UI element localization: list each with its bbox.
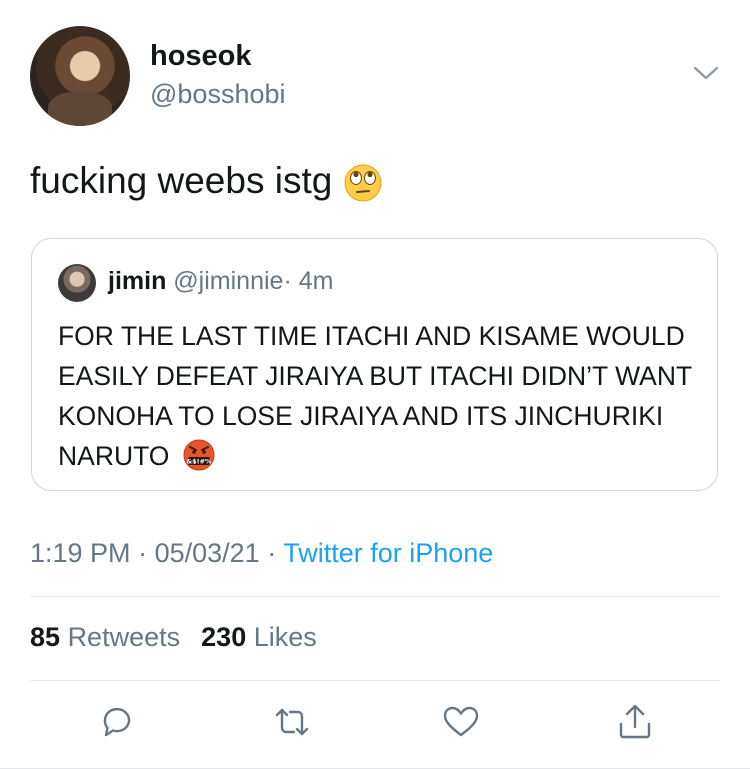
retweets-label[interactable]: Retweets <box>68 622 181 652</box>
meta-separator-2: · <box>267 538 277 568</box>
quoted-author-handle: @jiminnie <box>173 267 284 295</box>
chevron-down-icon[interactable] <box>692 62 720 84</box>
cursing-face-symbols: &$!#% <box>186 458 212 466</box>
quoted-author-avatar <box>58 264 96 302</box>
quoted-separator: · <box>283 267 292 295</box>
share-icon[interactable] <box>615 702 655 742</box>
tweet-actions-bar <box>0 702 750 752</box>
likes-label[interactable]: Likes <box>254 622 317 652</box>
tweet-text: fucking weebs istg <box>30 160 333 201</box>
like-icon[interactable] <box>441 702 481 742</box>
likes-count[interactable]: 230 <box>201 622 246 652</box>
author-handle[interactable]: @bosshobi <box>150 79 286 110</box>
divider <box>30 596 720 597</box>
rolling-eyes-emoji-icon <box>344 164 382 202</box>
meta-separator: · <box>138 538 148 568</box>
author-display-name[interactable]: hoseok <box>150 40 252 73</box>
divider <box>30 680 720 681</box>
tweet-time: 1:19 PM <box>30 538 131 568</box>
quoted-tweet-time: 4m <box>298 267 334 295</box>
reply-icon[interactable] <box>97 702 137 742</box>
tweet-stats: 85 Retweets 230 Likes <box>30 622 317 653</box>
quoted-tweet-text-container: FOR THE LAST TIME ITACHI AND KISAME WOUL… <box>58 316 698 476</box>
tweet-text-container: fucking weebs istg <box>30 160 383 203</box>
retweet-icon[interactable] <box>272 702 312 742</box>
tweet-meta: 1:19 PM · 05/03/21 · Twitter for iPhone <box>30 538 493 569</box>
retweets-count[interactable]: 85 <box>30 622 60 652</box>
author-avatar[interactable] <box>30 26 130 126</box>
quoted-author-display-name: jimin <box>108 267 167 295</box>
quoted-tweet-text: FOR THE LAST TIME ITACHI AND KISAME WOUL… <box>58 321 692 471</box>
tweet-source-link[interactable]: Twitter for iPhone <box>283 538 493 568</box>
tweet-date: 05/03/21 <box>154 538 260 568</box>
cursing-face-emoji-icon: &$!#% <box>183 439 215 471</box>
quoted-tweet-header: jimin @jiminnie· 4m <box>108 267 333 296</box>
quoted-tweet-card[interactable]: jimin @jiminnie· 4m FOR THE LAST TIME IT… <box>31 238 718 491</box>
